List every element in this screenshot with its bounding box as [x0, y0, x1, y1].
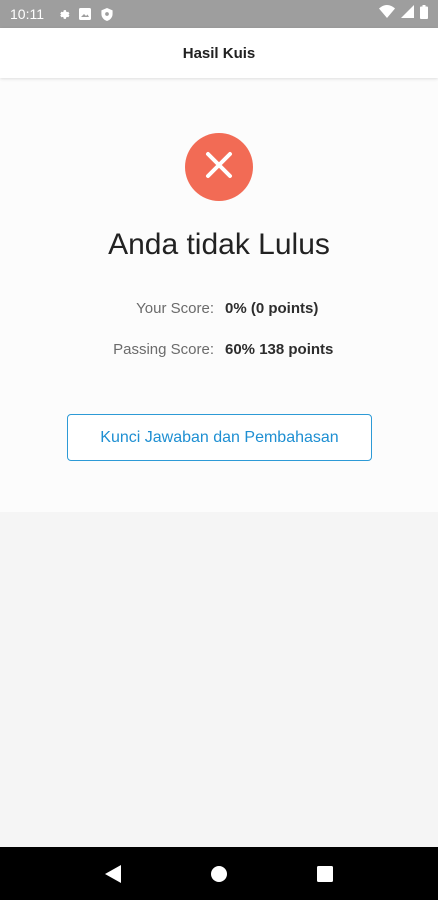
close-icon — [204, 150, 234, 185]
passing-score-value: 60% 138 points — [225, 341, 334, 358]
passing-score-row: Passing Score: 60% 138 points — [0, 341, 438, 363]
status-right-icons — [379, 4, 428, 24]
answer-key-button[interactable]: Kunci Jawaban dan Pembahasan — [67, 414, 372, 461]
status-left-icons — [56, 7, 114, 21]
fail-status-badge — [185, 133, 253, 201]
signal-icon — [401, 5, 414, 23]
your-score-row: Your Score: 0% (0 points) — [0, 300, 438, 322]
result-title: Anda tidak Lulus — [108, 228, 330, 261]
wifi-icon — [379, 5, 395, 23]
your-score-label: Your Score: — [136, 300, 214, 317]
result-panel: Anda tidak Lulus Your Score: 0% (0 point… — [0, 78, 438, 512]
your-score-value: 0% (0 points) — [225, 300, 319, 317]
shield-icon — [100, 7, 114, 21]
battery-icon — [420, 4, 428, 24]
passing-score-label: Passing Score: — [113, 341, 214, 358]
status-bar: 10:11 — [0, 0, 438, 28]
image-notification-icon — [78, 7, 92, 21]
app-bar: Hasil Kuis — [0, 28, 438, 78]
page-title: Hasil Kuis — [182, 44, 256, 62]
recents-icon[interactable] — [305, 854, 345, 894]
status-time: 10:11 — [10, 6, 44, 22]
back-icon[interactable] — [93, 854, 133, 894]
home-icon[interactable] — [199, 854, 239, 894]
gear-icon — [56, 7, 70, 21]
navigation-bar — [0, 847, 438, 900]
